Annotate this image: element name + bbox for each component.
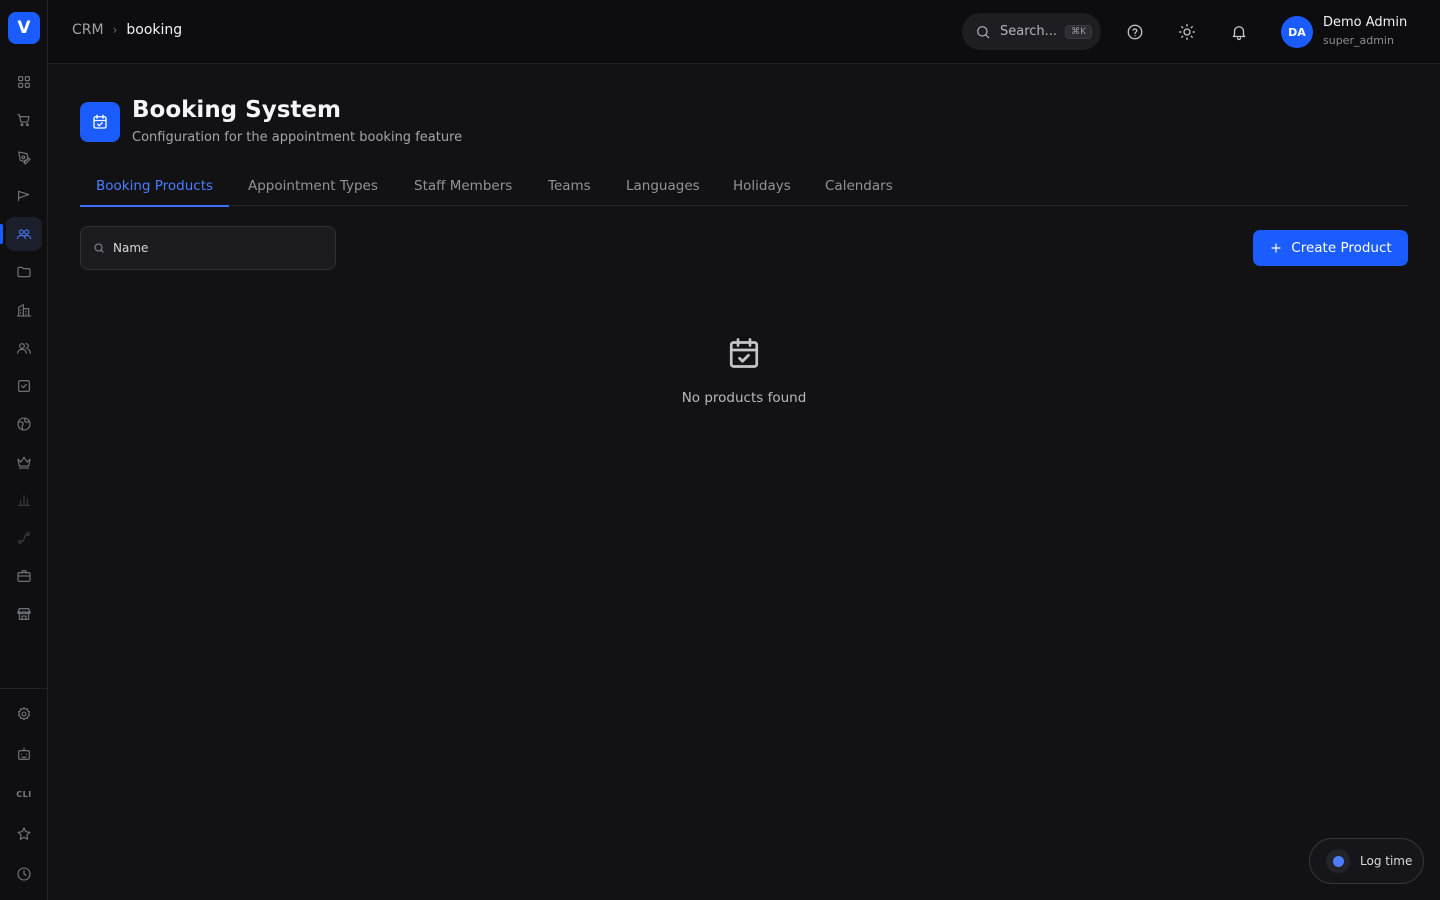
robot-icon[interactable] xyxy=(6,737,42,771)
bar-chart-icon[interactable] xyxy=(6,483,42,517)
tab-languages[interactable]: Languages xyxy=(610,166,716,206)
briefcase-icon[interactable] xyxy=(6,559,42,593)
help-icon[interactable] xyxy=(1125,22,1145,42)
bell-icon[interactable] xyxy=(1229,22,1249,42)
tab-booking-products[interactable]: Booking Products xyxy=(80,166,230,207)
log-time-button[interactable]: Log time xyxy=(1309,838,1424,884)
calendar-check-icon xyxy=(80,102,120,142)
plus-icon xyxy=(1271,243,1281,253)
user-name[interactable]: Demo Admin xyxy=(1323,15,1407,30)
search-shortcut: ⌘K xyxy=(1065,24,1092,39)
timer-icon xyxy=(1326,849,1350,873)
crown-icon[interactable] xyxy=(6,445,42,479)
empty-state-message: No products found xyxy=(681,390,807,406)
tabs: Booking Products Appointment Types Staff… xyxy=(80,166,1408,207)
megaphone-icon[interactable] xyxy=(6,179,42,213)
global-search-button[interactable]: Search... ⌘K xyxy=(962,13,1101,50)
create-product-label: Create Product xyxy=(1291,240,1392,256)
empty-state: No products found xyxy=(644,334,844,406)
log-time-label: Log time xyxy=(1360,854,1413,868)
folder-icon[interactable] xyxy=(6,255,42,289)
route-icon[interactable] xyxy=(6,521,42,555)
user-role: super_admin xyxy=(1323,34,1394,47)
search-placeholder: Search... xyxy=(1000,24,1058,39)
users-icon[interactable] xyxy=(6,217,42,251)
dashboard-grid-icon[interactable] xyxy=(6,65,42,99)
app-logo[interactable]: V xyxy=(8,12,40,44)
name-filter xyxy=(80,226,336,270)
search-icon xyxy=(94,243,104,253)
calendar-check-icon xyxy=(644,334,844,376)
name-filter-input[interactable] xyxy=(113,241,313,255)
pen-tool-icon[interactable] xyxy=(6,141,42,175)
topbar: CRM › booking Search... ⌘K DA Demo Admin… xyxy=(48,0,1440,64)
building-icon[interactable] xyxy=(6,293,42,327)
breadcrumb: CRM › booking xyxy=(72,22,182,38)
sidebar-divider xyxy=(0,688,48,689)
sidebar: V CLI xyxy=(0,0,48,900)
app-root: V CLI CRM › booking Search... ⌘K DA Demo… xyxy=(0,0,1440,900)
cli-label: CLI xyxy=(16,789,32,799)
breadcrumb-current: booking xyxy=(126,22,183,38)
shopping-cart-icon[interactable] xyxy=(6,103,42,137)
settings-icon[interactable] xyxy=(6,697,42,731)
tab-staff-members[interactable]: Staff Members xyxy=(398,166,528,206)
globe-icon[interactable] xyxy=(6,407,42,441)
tab-teams[interactable]: Teams xyxy=(532,166,607,206)
active-indicator xyxy=(0,224,3,244)
page-subtitle: Configuration for the appointment bookin… xyxy=(132,130,463,145)
contacts-icon[interactable] xyxy=(6,331,42,365)
breadcrumb-crm[interactable]: CRM xyxy=(72,22,104,38)
tab-appointment-types[interactable]: Appointment Types xyxy=(232,166,394,206)
user-avatar[interactable]: DA xyxy=(1281,16,1313,48)
create-product-button[interactable]: Create Product xyxy=(1253,230,1408,266)
chevron-right-icon: › xyxy=(112,23,118,37)
star-icon[interactable] xyxy=(6,817,42,851)
store-icon[interactable] xyxy=(6,597,42,631)
tab-holidays[interactable]: Holidays xyxy=(717,166,807,206)
theme-sun-icon[interactable] xyxy=(1177,22,1197,42)
tab-calendars[interactable]: Calendars xyxy=(809,166,909,206)
checkbox-icon[interactable] xyxy=(6,369,42,403)
search-icon xyxy=(977,25,990,38)
clock-icon[interactable] xyxy=(6,857,42,891)
cli-icon[interactable]: CLI xyxy=(6,777,42,811)
page-title: Booking System xyxy=(132,97,341,123)
